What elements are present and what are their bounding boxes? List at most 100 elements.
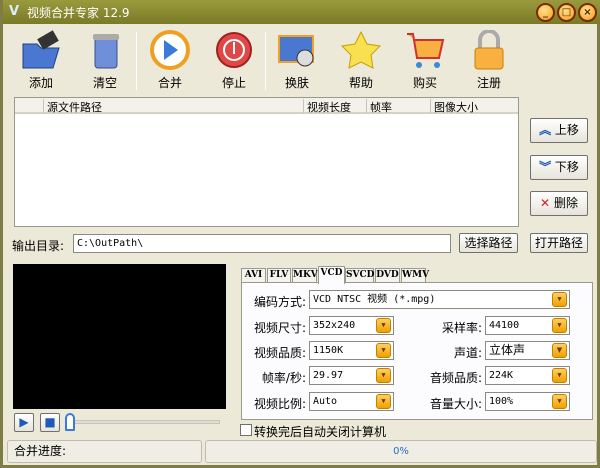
- double-chevron-up-icon: ︽: [539, 123, 552, 137]
- tab-vcd[interactable]: VCD: [318, 266, 345, 284]
- add-label: 添加: [28, 76, 53, 90]
- stop-playback-button[interactable]: ■: [40, 413, 60, 432]
- chevron-down-icon[interactable]: ▼: [376, 394, 391, 409]
- choose-path-button[interactable]: 选择路径: [459, 233, 518, 253]
- tab-dvd[interactable]: DVD: [375, 268, 400, 283]
- stop-icon: [212, 30, 256, 70]
- video-preview: [13, 264, 226, 409]
- fps-value: 29.97: [313, 370, 344, 381]
- help-label: 帮助: [348, 76, 373, 90]
- aspect-ratio-select[interactable]: Auto ▼: [309, 392, 394, 411]
- video-size-value: 352x240: [313, 320, 356, 331]
- star-help-icon: [339, 30, 383, 70]
- stop-square-icon: ■: [44, 415, 56, 429]
- volume-value: 100%: [489, 396, 514, 407]
- merge-label: 合并: [157, 76, 182, 90]
- chevron-down-icon[interactable]: ▼: [552, 292, 567, 307]
- buy-button[interactable]: 购买: [395, 30, 455, 91]
- channel-select[interactable]: 立体声 ▼: [485, 341, 570, 360]
- delete-button[interactable]: ✕ 删除: [530, 191, 588, 216]
- output-dir-input[interactable]: C:\OutPath\: [73, 234, 451, 253]
- chevron-down-icon[interactable]: ▼: [552, 318, 567, 333]
- merge-button[interactable]: 合并: [140, 30, 200, 91]
- move-down-label: 下移: [554, 160, 579, 174]
- minimize-button[interactable]: _: [536, 3, 555, 22]
- skin-label: 换肤: [284, 76, 309, 90]
- status-label-pane: 合并进度:: [7, 440, 202, 463]
- open-path-button[interactable]: 打开路径: [530, 233, 588, 253]
- tab-svcd[interactable]: SVCD: [345, 268, 374, 283]
- maximize-button[interactable]: □: [557, 3, 576, 22]
- tab-wmv[interactable]: WMV: [401, 268, 429, 283]
- video-quality-label: 视频品质:: [253, 346, 306, 360]
- audio-quality-value: 224K: [489, 370, 514, 381]
- double-chevron-down-icon: ︾: [539, 160, 552, 174]
- clear-label: 清空: [92, 76, 117, 90]
- video-quality-select[interactable]: 1150K ▼: [309, 341, 394, 360]
- skin-icon: [275, 30, 319, 70]
- volume-select[interactable]: 100% ▼: [485, 392, 570, 411]
- file-list[interactable]: 源文件路径 视频长度 帧率 图像大小: [14, 97, 519, 227]
- x-icon: ✕: [540, 196, 551, 210]
- add-button[interactable]: 添加: [11, 30, 71, 91]
- delete-label: 删除: [553, 196, 578, 210]
- column-framerate[interactable]: 帧率: [366, 99, 430, 114]
- buy-label: 购买: [412, 76, 437, 90]
- aspect-ratio-label: 视频比例:: [253, 397, 306, 411]
- tab-mkv[interactable]: MKV: [292, 268, 318, 283]
- codec-value: VCD NTSC 视频 (*.mpg): [313, 294, 436, 305]
- output-dir-label: 输出目录:: [12, 239, 65, 253]
- column-image-size[interactable]: 图像大小: [430, 99, 512, 114]
- list-header: 源文件路径 视频长度 帧率 图像大小: [15, 98, 518, 114]
- channel-label: 声道:: [453, 346, 482, 360]
- sample-rate-label: 采样率:: [441, 321, 482, 335]
- move-up-label: 上移: [554, 123, 579, 137]
- play-button[interactable]: ▶: [14, 413, 34, 432]
- skin-button[interactable]: 换肤: [267, 30, 327, 91]
- window-title: 视频合并专家 12.9: [27, 6, 130, 20]
- chevron-down-icon[interactable]: ▼: [552, 394, 567, 409]
- volume-label: 音量大小:: [429, 397, 482, 411]
- chevron-down-icon[interactable]: ▼: [552, 368, 567, 383]
- fps-select[interactable]: 29.97 ▼: [309, 366, 394, 385]
- chevron-down-icon[interactable]: ▼: [376, 318, 391, 333]
- fps-label: 帧率/秒:: [261, 371, 306, 385]
- play-icon: [148, 30, 192, 70]
- audio-quality-label: 音频品质:: [429, 371, 482, 385]
- seek-slider-track[interactable]: [69, 420, 220, 424]
- shutdown-checkbox[interactable]: [240, 424, 252, 436]
- stop-label: 停止: [221, 76, 246, 90]
- video-size-label: 视频尺寸:: [253, 321, 306, 335]
- clear-button[interactable]: 清空: [75, 30, 135, 91]
- sample-rate-select[interactable]: 44100 ▼: [485, 316, 570, 335]
- move-up-button[interactable]: ︽ 上移: [530, 118, 588, 143]
- tab-avi[interactable]: AVI: [241, 268, 266, 283]
- folder-film-icon: [19, 30, 63, 70]
- register-button[interactable]: 注册: [459, 29, 519, 91]
- trash-icon: [83, 30, 127, 70]
- chevron-down-icon[interactable]: ▼: [552, 343, 567, 358]
- video-size-select[interactable]: 352x240 ▼: [309, 316, 394, 335]
- close-button[interactable]: ×: [578, 3, 597, 22]
- help-button[interactable]: 帮助: [331, 30, 391, 91]
- toolbar-divider: [136, 32, 137, 90]
- column-duration[interactable]: 视频长度: [303, 99, 366, 114]
- codec-label: 编码方式:: [253, 295, 306, 309]
- toolbar-divider: [265, 32, 266, 90]
- stop-button[interactable]: 停止: [204, 30, 264, 91]
- sample-rate-value: 44100: [489, 320, 520, 331]
- audio-quality-select[interactable]: 224K ▼: [485, 366, 570, 385]
- move-down-button[interactable]: ︾ 下移: [530, 155, 588, 180]
- merge-progress-label: 合并进度:: [14, 444, 67, 458]
- codec-select[interactable]: VCD NTSC 视频 (*.mpg) ▼: [309, 290, 570, 309]
- chevron-down-icon[interactable]: ▼: [376, 368, 391, 383]
- register-label: 注册: [476, 76, 501, 90]
- merge-progress-bar: 0%: [205, 440, 597, 463]
- column-source-path[interactable]: 源文件路径: [43, 99, 305, 114]
- tab-flv[interactable]: FLV: [267, 268, 291, 283]
- shutdown-checkbox-label[interactable]: 转换完后自动关闭计算机: [254, 423, 386, 440]
- seek-slider-thumb[interactable]: [65, 413, 75, 431]
- chevron-down-icon[interactable]: ▼: [376, 343, 391, 358]
- cart-icon: [403, 30, 447, 70]
- app-icon: Ⅴ: [9, 4, 20, 19]
